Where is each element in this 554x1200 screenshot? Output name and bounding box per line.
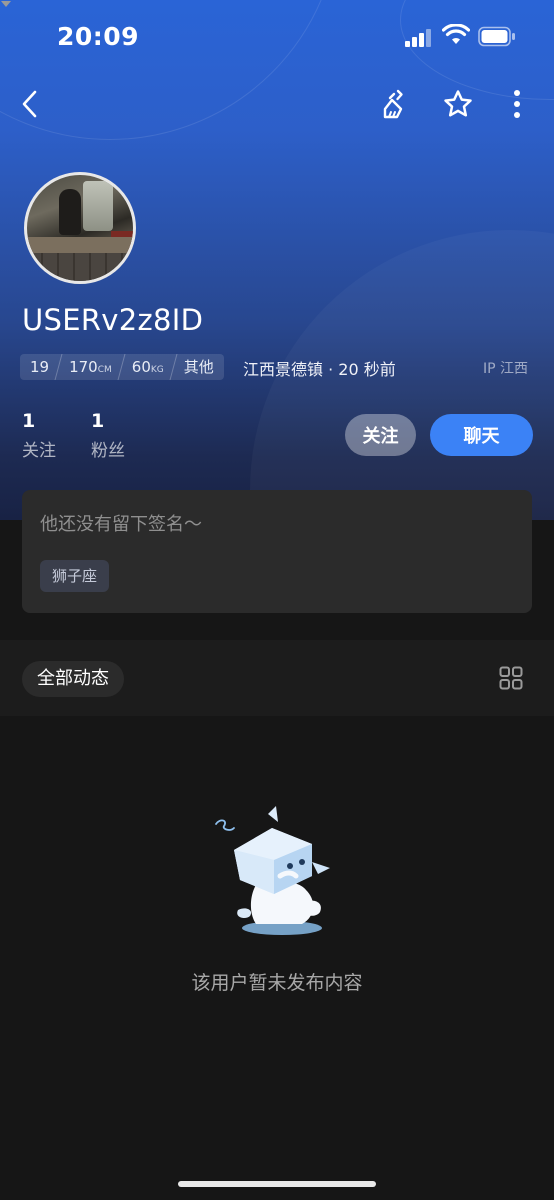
status-bar: 20:09	[0, 0, 554, 72]
grid-view-icon[interactable]	[499, 666, 523, 690]
location-time: 江西景德镇 · 20 秒前	[243, 360, 396, 379]
following-label: 关注	[22, 441, 56, 461]
following-number: 1	[22, 410, 36, 432]
height-tag: 170CM	[59, 354, 122, 380]
ip-location: IP 江西	[482, 361, 528, 377]
profile-tags: 19 170CM 60KG 其他	[20, 354, 224, 380]
followers-label: 粉丝	[91, 441, 125, 461]
empty-mascot-illustration	[215, 806, 330, 935]
back-button[interactable]	[10, 84, 50, 124]
age-tag: 19	[30, 358, 50, 376]
signature-card[interactable]: 他还没有留下签名～ 狮子座	[22, 490, 532, 613]
feed-header: 全部动态	[0, 640, 554, 716]
role-tag: 其他	[174, 354, 224, 380]
username: USERv2z8ID	[22, 303, 204, 337]
empty-state-text: 该用户暂未发布内容	[191, 972, 363, 994]
followers-number: 1	[91, 410, 105, 432]
cellular-signal-icon	[405, 29, 433, 47]
signature-text: 他还没有留下签名～	[40, 514, 202, 535]
weight-tag: 60KG	[122, 354, 174, 380]
home-indicator[interactable]	[178, 1181, 376, 1187]
more-vertical-icon	[514, 90, 520, 118]
follow-button[interactable]: 关注	[345, 414, 416, 456]
favorite-button[interactable]	[438, 84, 478, 124]
battery-icon	[478, 26, 515, 47]
more-button[interactable]	[497, 84, 537, 124]
following-count[interactable]: 1 关注	[22, 410, 56, 461]
status-time: 20:09	[57, 22, 140, 51]
wifi-icon	[442, 24, 470, 44]
chevron-left-icon	[22, 90, 37, 118]
tab-all-posts[interactable]: 全部动态	[22, 661, 124, 697]
star-icon	[444, 90, 472, 117]
chat-button[interactable]: 聊天	[430, 414, 533, 456]
broom-icon	[383, 89, 403, 119]
avatar[interactable]	[24, 172, 136, 284]
zodiac-badge: 狮子座	[40, 560, 110, 592]
expand-caret-icon[interactable]	[0, 0, 12, 8]
followers-count[interactable]: 1 粉丝	[91, 410, 125, 461]
clean-button[interactable]	[377, 84, 417, 124]
